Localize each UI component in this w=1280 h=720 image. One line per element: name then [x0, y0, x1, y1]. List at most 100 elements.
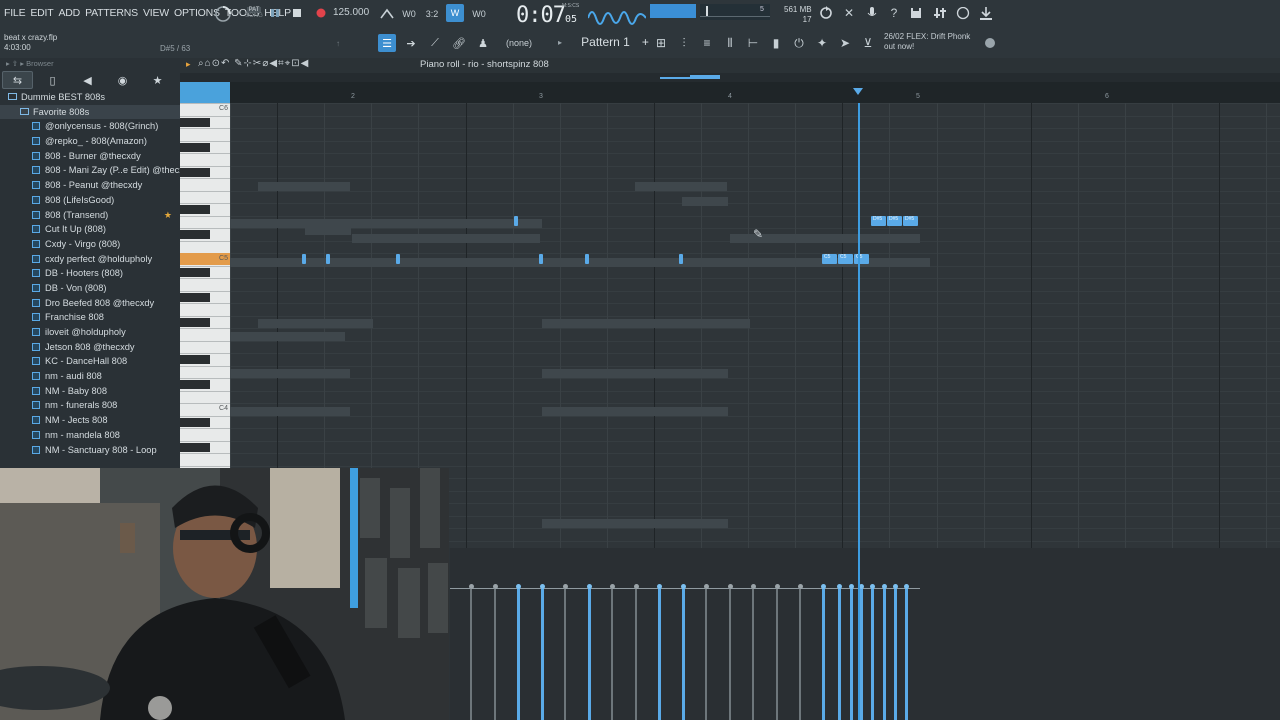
browser-item[interactable]: KC - DanceHall 808	[0, 354, 180, 369]
browser-item[interactable]: DB - Von (808)	[0, 281, 180, 296]
velocity-bar[interactable]	[752, 586, 754, 720]
velocity-bar[interactable]	[564, 586, 566, 720]
ghost-note[interactable]	[230, 219, 542, 228]
black-key[interactable]	[180, 205, 210, 214]
stop-button[interactable]	[290, 6, 304, 20]
browser-all-tab-icon[interactable]: ⇆	[2, 71, 33, 89]
ghost-note[interactable]	[230, 369, 350, 378]
note[interactable]	[679, 254, 683, 264]
velocity-bar[interactable]	[799, 586, 801, 720]
browser-item[interactable]: nm - funerals 808	[0, 398, 180, 413]
metronome-dial-icon[interactable]	[213, 4, 233, 24]
velocity-bar[interactable]	[635, 586, 637, 720]
browser-item[interactable]: Cut It Up (808)	[0, 222, 180, 237]
pattern-arrow-icon[interactable]: ▸	[558, 38, 562, 47]
beats-label[interactable]: 3:2	[423, 6, 441, 22]
browser-item[interactable]: Cxdy - Virgo (808)	[0, 237, 180, 252]
master-volume-slider[interactable]: 5	[700, 4, 770, 20]
velocity-handle[interactable]	[516, 584, 521, 589]
globe-icon[interactable]	[982, 35, 998, 51]
save-icon[interactable]	[908, 5, 924, 21]
step-edit-icon[interactable]: W0	[400, 6, 418, 22]
black-key[interactable]	[180, 230, 210, 239]
ghost-note[interactable]	[682, 197, 728, 206]
pat-song-toggle[interactable]: PAT SONG	[243, 4, 265, 22]
browser-item[interactable]: NM - Jects 808	[0, 413, 180, 428]
velocity-handle[interactable]	[728, 584, 733, 589]
velocity-bar[interactable]	[883, 586, 886, 720]
record-button[interactable]	[314, 6, 328, 20]
velocity-handle[interactable]	[634, 584, 639, 589]
velocity-handle[interactable]	[610, 584, 615, 589]
undo-icon[interactable]	[818, 5, 834, 21]
browser-item[interactable]: nm - mandela 808	[0, 428, 180, 443]
browser-item[interactable]: Franchise 808	[0, 310, 180, 325]
menu-add[interactable]: ADD	[59, 7, 81, 19]
velocity-handle[interactable]	[849, 584, 854, 589]
playlist-view-icon[interactable]: ☰	[378, 34, 396, 52]
browser-item[interactable]: 808 - Burner @thecxdy	[0, 149, 180, 164]
microphone-icon[interactable]	[864, 5, 880, 21]
piano-roll-tools-icon[interactable]: ⌕⌂⊙↶ ✎⊹✂⌀◀⌗⌖⊡◀	[198, 58, 309, 69]
timeline-ruler[interactable]: 2 3 4 5 6	[180, 73, 1280, 103]
velocity-bar[interactable]	[905, 586, 908, 720]
selected-note[interactable]: C5	[854, 254, 869, 264]
browser-item[interactable]: 808 - Mani Zay (P..e Edit) @thecxdy	[0, 163, 180, 178]
velocity-bar[interactable]	[541, 586, 544, 720]
note[interactable]	[396, 254, 400, 264]
note[interactable]	[539, 254, 543, 264]
velocity-bar[interactable]	[517, 586, 520, 720]
velocity-bar[interactable]	[658, 586, 661, 720]
plugin-picker-icon[interactable]: ✦	[813, 35, 831, 51]
note[interactable]	[514, 216, 518, 226]
selected-note[interactable]: D#5	[903, 216, 918, 226]
velocity-handle[interactable]	[904, 584, 909, 589]
note[interactable]	[326, 254, 330, 264]
velocity-handle[interactable]	[882, 584, 887, 589]
mixer-view-icon[interactable]: ⫴	[721, 35, 739, 51]
velocity-bar[interactable]	[470, 586, 472, 720]
black-key[interactable]	[180, 142, 210, 152]
selected-note[interactable]: D#5	[887, 216, 902, 226]
browser-item[interactable]: 808 - Peanut @thecxdy	[0, 178, 180, 193]
ghost-note[interactable]	[258, 319, 373, 328]
ghost-note[interactable]	[230, 407, 350, 416]
browser-item[interactable]: NM - Baby 808	[0, 384, 180, 399]
browser-plugins-tab-icon[interactable]: ◉	[107, 71, 138, 89]
ghost-note[interactable]	[542, 319, 750, 328]
draw-tool-icon[interactable]: ⟋	[426, 34, 444, 52]
velocity-bar[interactable]	[850, 586, 853, 720]
ghost-note[interactable]	[542, 519, 728, 528]
velocity-bar[interactable]	[894, 586, 897, 720]
snap-selector[interactable]: (none)	[506, 38, 532, 48]
browser-item[interactable]: 808 (Transend) ★	[0, 208, 180, 223]
ghost-note[interactable]	[542, 369, 728, 378]
add-pattern-icon[interactable]: +	[642, 35, 649, 49]
black-key[interactable]	[180, 355, 210, 364]
browser-item[interactable]: iloveit @holdupholy	[0, 325, 180, 340]
velocity-handle[interactable]	[751, 584, 756, 589]
browser-speaker-tab-icon[interactable]: ◀	[72, 71, 103, 89]
browser-favorites-tab-icon[interactable]: ★	[142, 71, 173, 89]
ghost-note[interactable]	[542, 407, 728, 416]
note[interactable]	[302, 254, 306, 264]
black-key[interactable]	[180, 417, 210, 427]
piano-roll-icon[interactable]: ⫶	[675, 35, 693, 51]
loop-record-icon[interactable]: W	[446, 4, 464, 22]
arrow-icon[interactable]: ➤	[836, 35, 854, 51]
browser-folder[interactable]: Favorite 808s	[0, 104, 180, 120]
velocity-handle[interactable]	[704, 584, 709, 589]
typing-keyboard-icon[interactable]	[378, 6, 396, 22]
browser-item[interactable]: @repko_ - 808(Amazon)	[0, 134, 180, 149]
velocity-handle[interactable]	[563, 584, 568, 589]
black-key[interactable]	[180, 380, 210, 389]
mixer-icon[interactable]	[932, 5, 948, 21]
ghost-note[interactable]	[635, 182, 727, 191]
menu-view[interactable]: VIEW	[143, 7, 169, 19]
browser-folder[interactable]: Dummie BEST 808s	[0, 90, 180, 105]
ghost-note[interactable]	[352, 234, 540, 243]
pattern-selector[interactable]: Pattern 1 +	[570, 34, 660, 50]
browser-item[interactable]: nm - audi 808	[0, 369, 180, 384]
velocity-bar[interactable]	[871, 586, 874, 720]
velocity-handle[interactable]	[821, 584, 826, 589]
